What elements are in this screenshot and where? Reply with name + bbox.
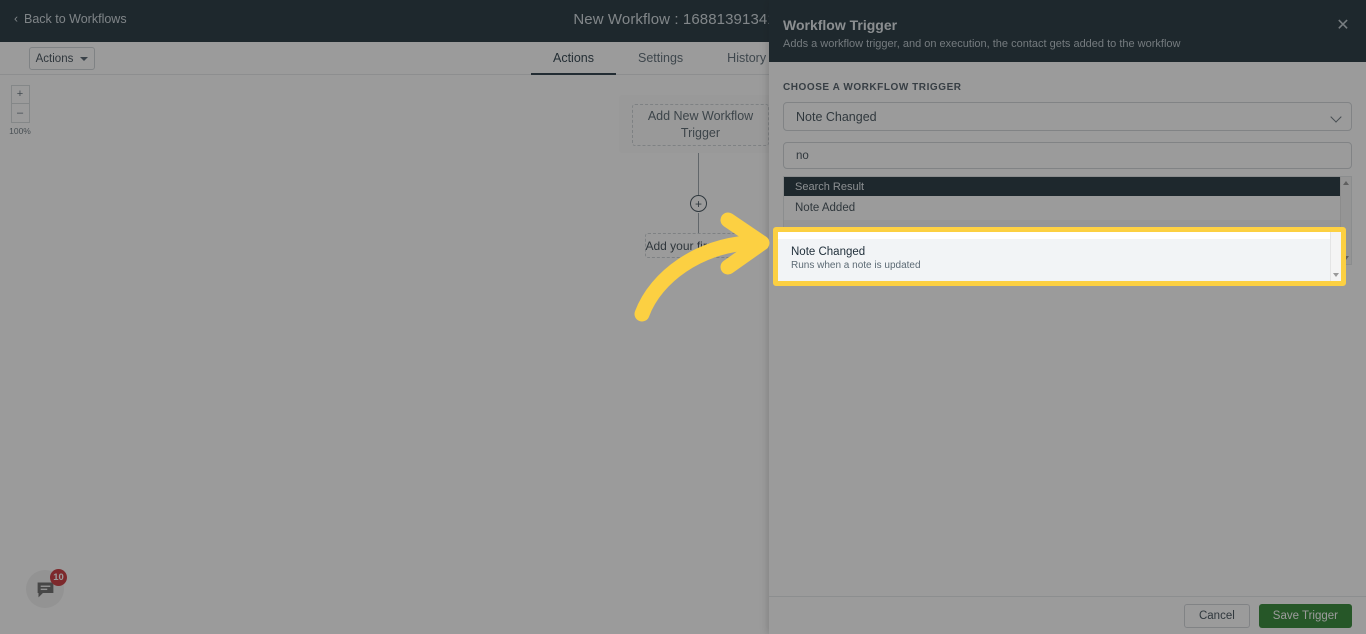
trigger-select-value: Note Changed (796, 110, 877, 124)
result-item-note-added[interactable]: Note Added (784, 196, 1351, 220)
panel-subtitle: Adds a workflow trigger, and on executio… (783, 38, 1180, 50)
tab-bar: Actions Settings History (531, 42, 788, 75)
scroll-up-arrow-icon[interactable] (1343, 181, 1349, 185)
trigger-search-input[interactable] (783, 142, 1352, 169)
connector-line-dashed (698, 213, 699, 235)
tab-actions[interactable]: Actions (531, 42, 616, 75)
panel-body: CHOOSE A WORKFLOW TRIGGER Note Changed S… (769, 62, 1366, 596)
zoom-in-button[interactable]: + (11, 85, 30, 104)
actions-dropdown-label: Actions (36, 53, 74, 65)
tab-settings[interactable]: Settings (616, 42, 705, 75)
panel-title: Workflow Trigger (783, 17, 897, 33)
result-item-description: Runs when a note is updated (795, 243, 1340, 254)
result-item-title: Note Changed (795, 229, 1340, 241)
save-trigger-button[interactable]: Save Trigger (1259, 604, 1352, 628)
chevron-down-icon (80, 57, 88, 61)
app-root: ‹ Back to Workflows New Workflow : 16881… (0, 0, 1366, 634)
scroll-down-arrow-icon[interactable] (1343, 256, 1349, 260)
add-step-plus-button[interactable]: + (690, 195, 707, 212)
base-app-layer: ‹ Back to Workflows New Workflow : 16881… (0, 0, 1366, 634)
search-result-header: Search Result (784, 177, 1351, 196)
chevron-down-icon (1330, 111, 1341, 122)
results-scrollbar[interactable] (1340, 177, 1351, 264)
workflow-trigger-node-wrap: Add New Workflow Trigger (619, 95, 782, 153)
connector-line (698, 153, 699, 196)
trigger-results-dropdown: Search Result Note Added Note Changed Ru… (783, 176, 1352, 265)
choose-trigger-label: CHOOSE A WORKFLOW TRIGGER (783, 82, 1352, 93)
add-new-workflow-trigger-node[interactable]: Add New Workflow Trigger (632, 104, 769, 146)
workflow-trigger-panel: Workflow Trigger Adds a workflow trigger… (769, 0, 1366, 634)
panel-header: Workflow Trigger Adds a workflow trigger… (769, 0, 1366, 62)
trigger-select[interactable]: Note Changed (783, 102, 1352, 131)
close-icon[interactable]: ✕ (1334, 17, 1352, 35)
cancel-button[interactable]: Cancel (1184, 604, 1250, 628)
zoom-level-label: 100% (9, 126, 31, 136)
result-item-note-changed[interactable]: Note Changed Runs when a note is updated (784, 220, 1351, 264)
zoom-controls: + – 100% (10, 85, 30, 136)
zoom-out-button[interactable]: – (11, 104, 30, 123)
panel-footer: Cancel Save Trigger (769, 596, 1366, 634)
actions-dropdown-button[interactable]: Actions (29, 47, 95, 70)
chat-unread-badge: 10 (50, 569, 67, 586)
add-first-action-node[interactable]: Add your first action (645, 233, 752, 258)
